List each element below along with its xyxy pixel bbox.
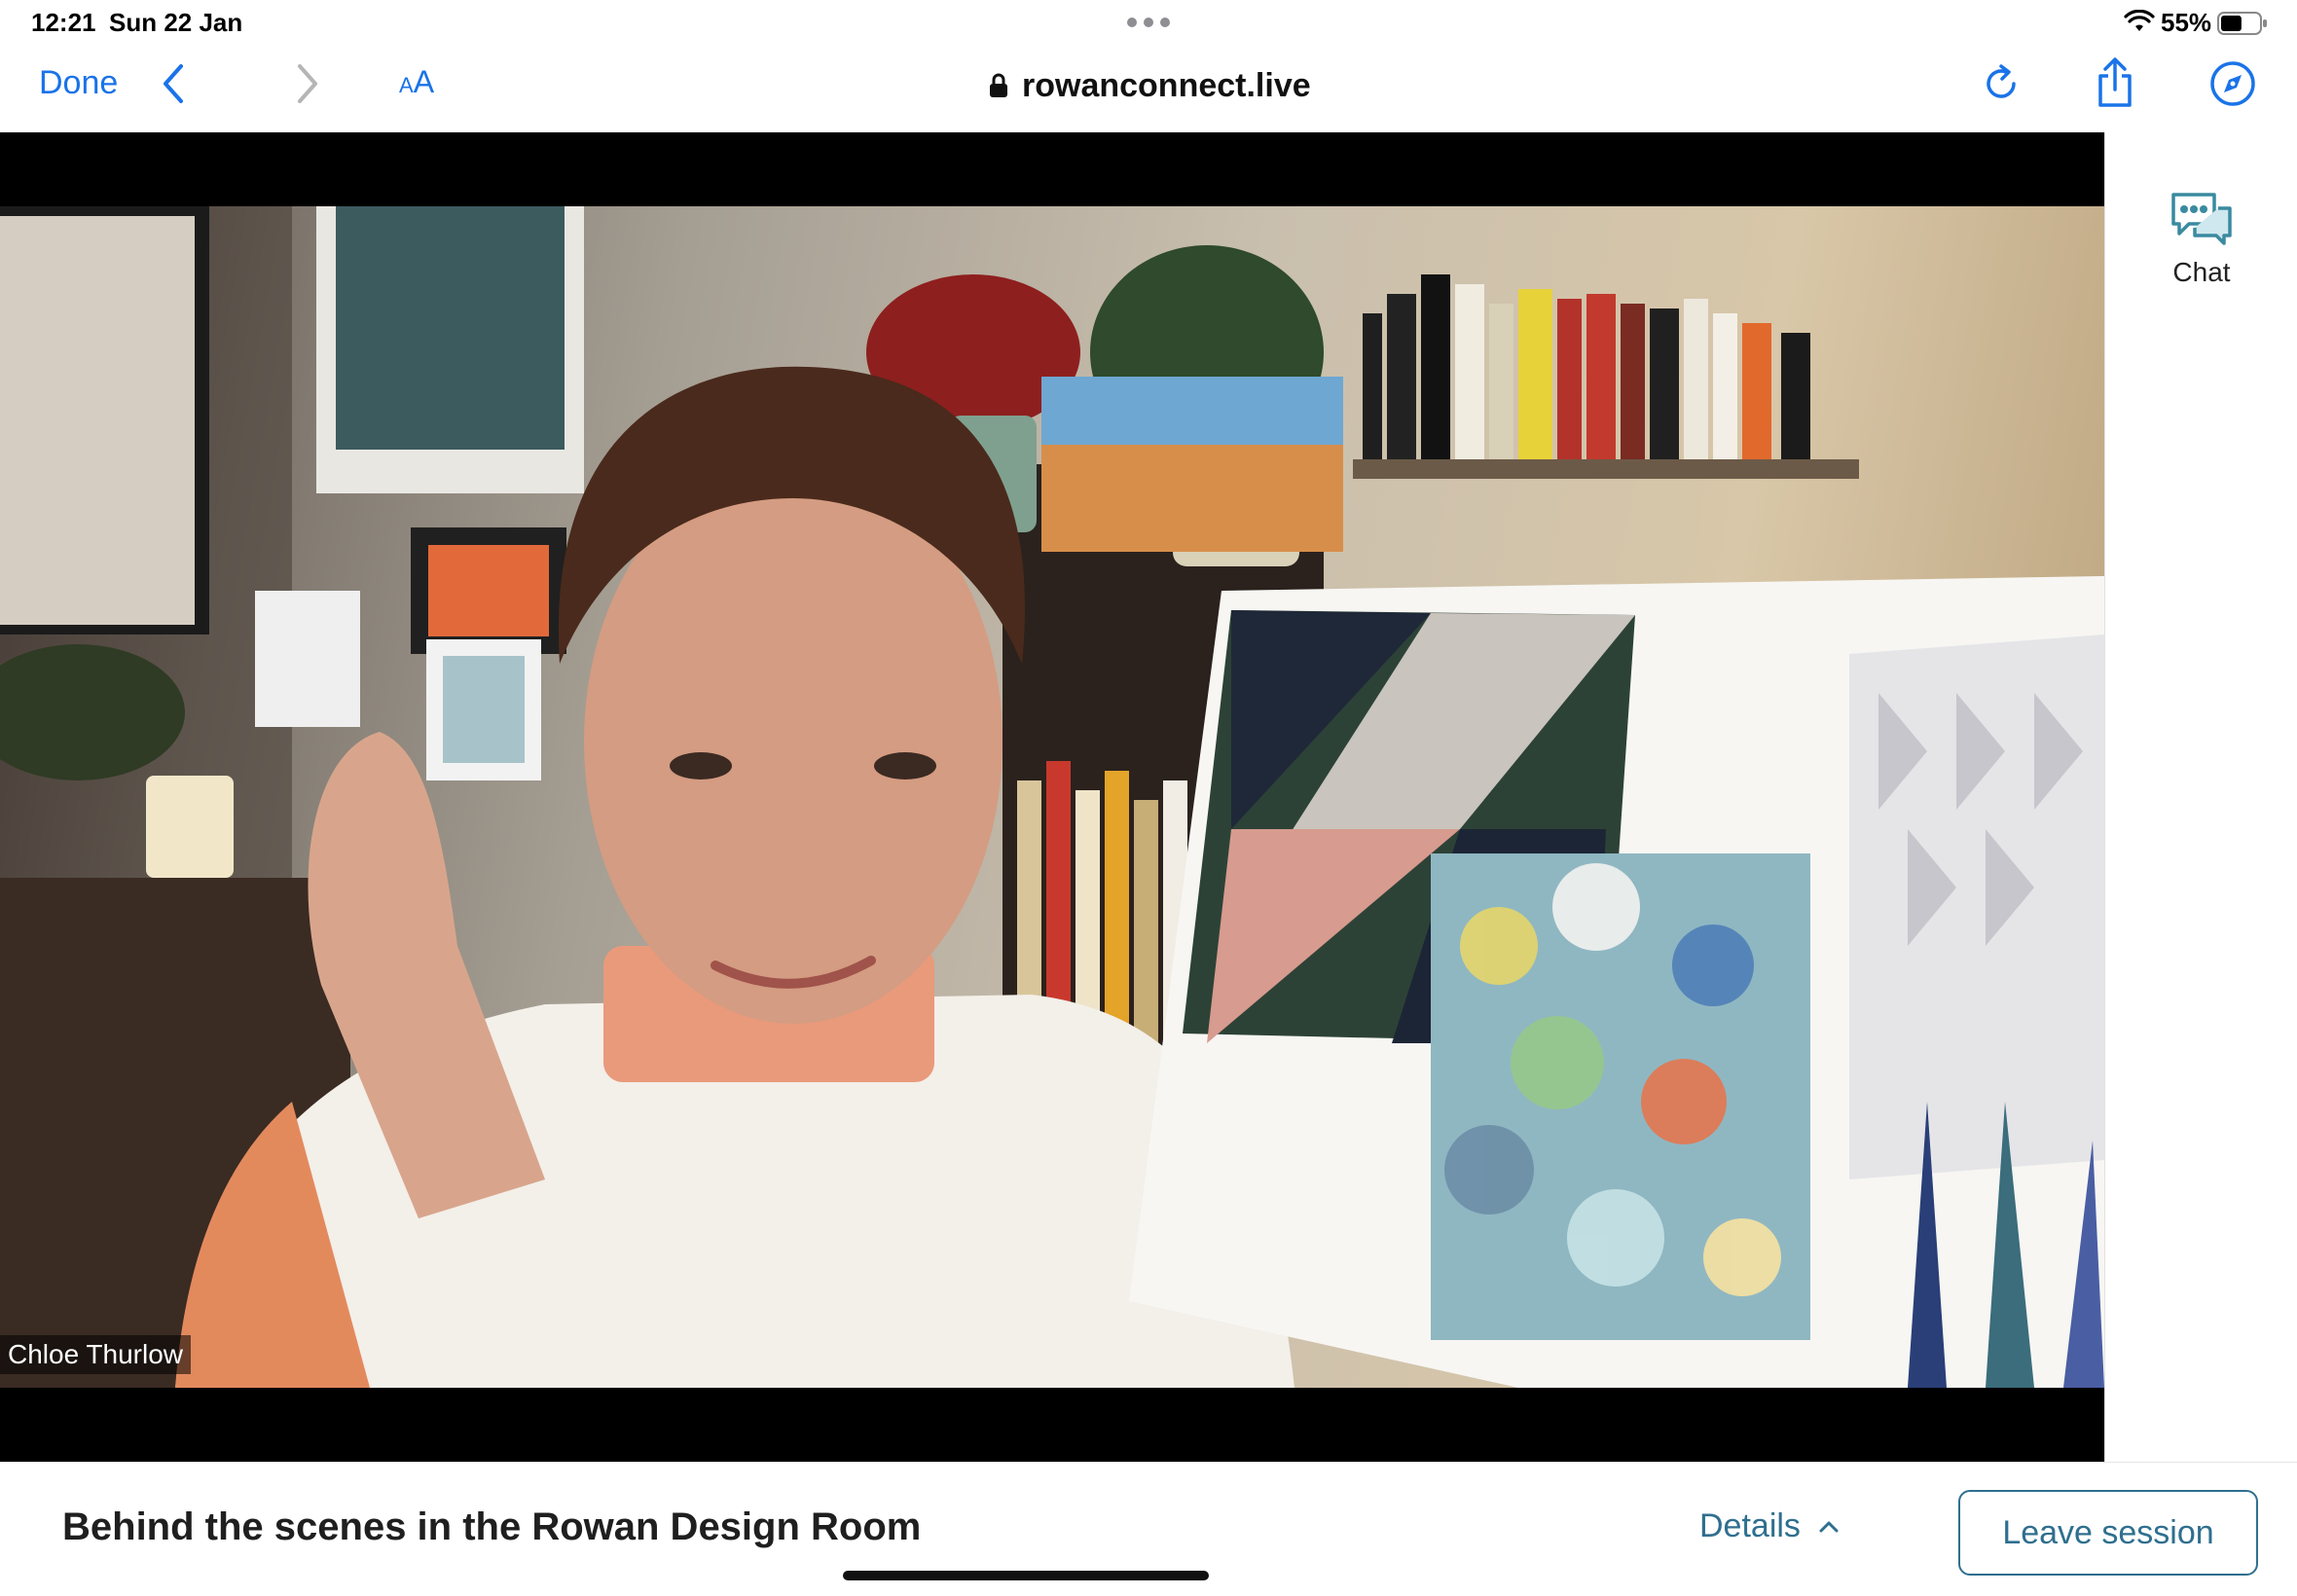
text-size-button[interactable]: AA [399,64,434,100]
home-indicator[interactable] [843,1571,1209,1580]
text-size-small-glyph: A [399,73,414,97]
status-bar: 12:21 Sun 22 Jan 55% [0,0,2297,45]
lock-icon [990,73,1007,97]
wifi-icon [2124,10,2155,31]
video-scene-illustration [0,206,2104,1388]
chevron-left-icon[interactable] [156,60,191,107]
details-button[interactable]: Details [1699,1507,1840,1545]
share-icon[interactable] [2095,56,2135,109]
chat-button[interactable]: Chat [2105,191,2297,308]
chevron-right-icon[interactable] [290,60,325,107]
multitasking-dots-icon[interactable] [1127,18,1170,27]
video-stage[interactable]: Chloe Thurlow [0,132,2104,1462]
chat-bubbles-icon [2171,193,2232,245]
reload-icon[interactable] [1982,62,2023,107]
side-panel: Chat [2104,132,2297,1462]
speaker-name-label: Chloe Thurlow [0,1335,192,1374]
battery-icon [2217,12,2267,35]
text-size-large-glyph: A [413,64,435,99]
details-label: Details [1699,1507,1801,1544]
address-bar[interactable]: rowanconnect.live [989,62,1311,109]
url-text: rowanconnect.live [1022,66,1311,104]
done-button[interactable]: Done [39,64,118,102]
status-time: 12:21 [31,8,96,37]
compass-icon[interactable] [2209,60,2256,107]
battery-percentage: 55% [2161,8,2212,37]
leave-session-button[interactable]: Leave session [1958,1490,2258,1576]
chat-label: Chat [2172,257,2231,287]
session-title: Behind the scenes in the Rowan Design Ro… [62,1505,922,1548]
browser-toolbar: Done AA rowanconnect.live [0,45,2297,132]
speaker-video[interactable]: Chloe Thurlow [0,206,2104,1388]
chevron-up-icon [1819,1521,1839,1532]
status-date: Sun 22 Jan [109,8,243,37]
